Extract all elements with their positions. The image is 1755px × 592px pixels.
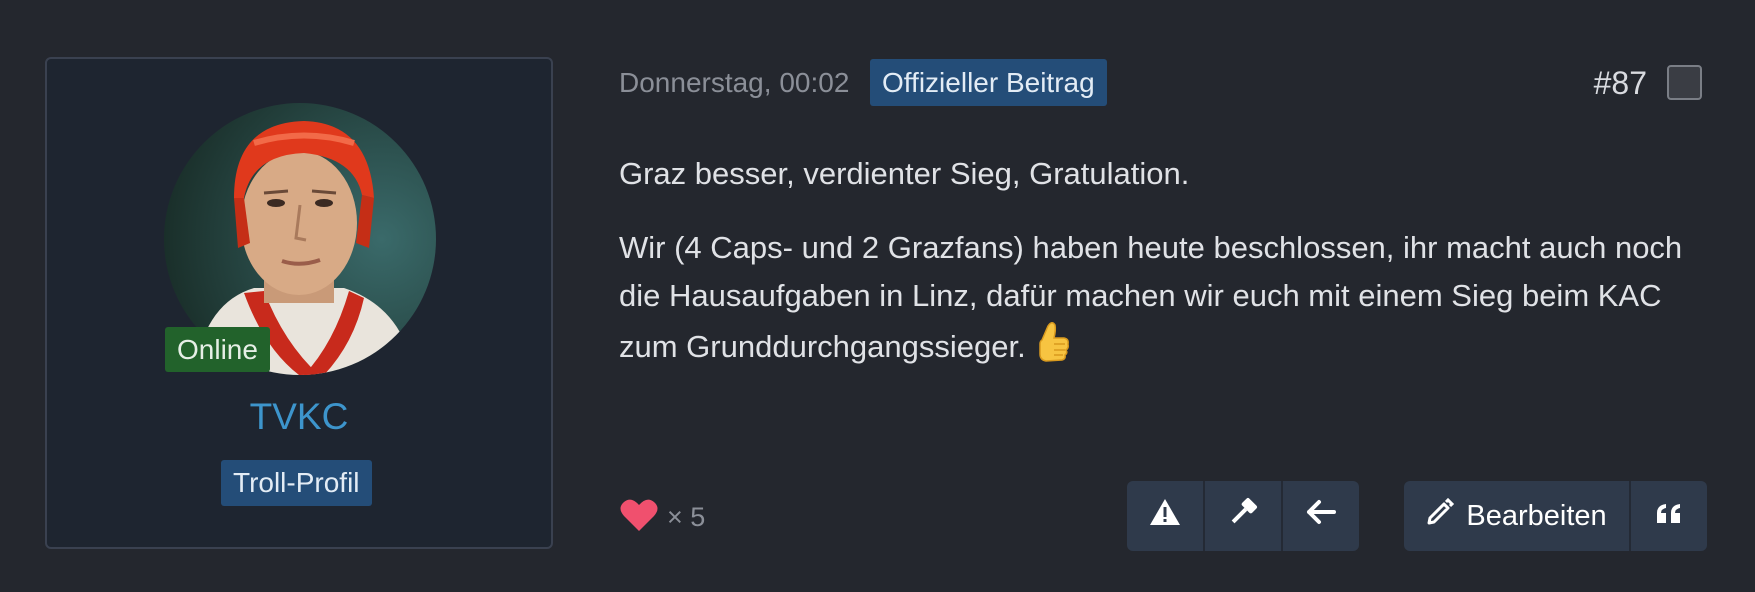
- quote-button[interactable]: [1629, 481, 1707, 551]
- user-rank-badge: Troll-Profil: [221, 460, 372, 506]
- edit-button-label: Bearbeiten: [1466, 499, 1607, 532]
- pencil-icon: [1426, 497, 1455, 534]
- thumbs-up-icon: [1034, 320, 1070, 378]
- author-card: Online TVKC Troll-Profil: [45, 57, 553, 549]
- reaction-count: × 5: [667, 502, 706, 532]
- arrow-left-icon: [1306, 499, 1336, 533]
- warning-icon: [1149, 498, 1181, 534]
- official-post-badge: Offizieller Beitrag: [870, 59, 1107, 106]
- author-username[interactable]: TVKC: [47, 396, 551, 438]
- post-paragraph: Graz besser, verdienter Sieg, Gratulatio…: [619, 156, 1190, 191]
- reply-button[interactable]: [1281, 481, 1359, 551]
- post-number[interactable]: #87: [1594, 61, 1647, 105]
- edit-button-group: Bearbeiten: [1404, 481, 1707, 551]
- report-button[interactable]: [1127, 481, 1203, 551]
- reaction-summary[interactable]: × 5: [619, 497, 705, 538]
- post-date[interactable]: Donnerstag, 00:02: [619, 63, 849, 103]
- moderate-button[interactable]: [1203, 481, 1281, 551]
- moderation-button-group: [1127, 481, 1359, 551]
- edit-button[interactable]: Bearbeiten: [1404, 481, 1629, 551]
- post-content: Graz besser, verdienter Sieg, Gratulatio…: [619, 150, 1689, 404]
- post-select-checkbox[interactable]: [1667, 65, 1702, 100]
- online-status-badge: Online: [165, 327, 270, 372]
- quote-icon: [1655, 500, 1683, 533]
- post-paragraph: Wir (4 Caps- und 2 Grazfans) haben heute…: [619, 224, 1689, 378]
- gavel-icon: [1227, 496, 1259, 536]
- heart-icon: [619, 497, 659, 538]
